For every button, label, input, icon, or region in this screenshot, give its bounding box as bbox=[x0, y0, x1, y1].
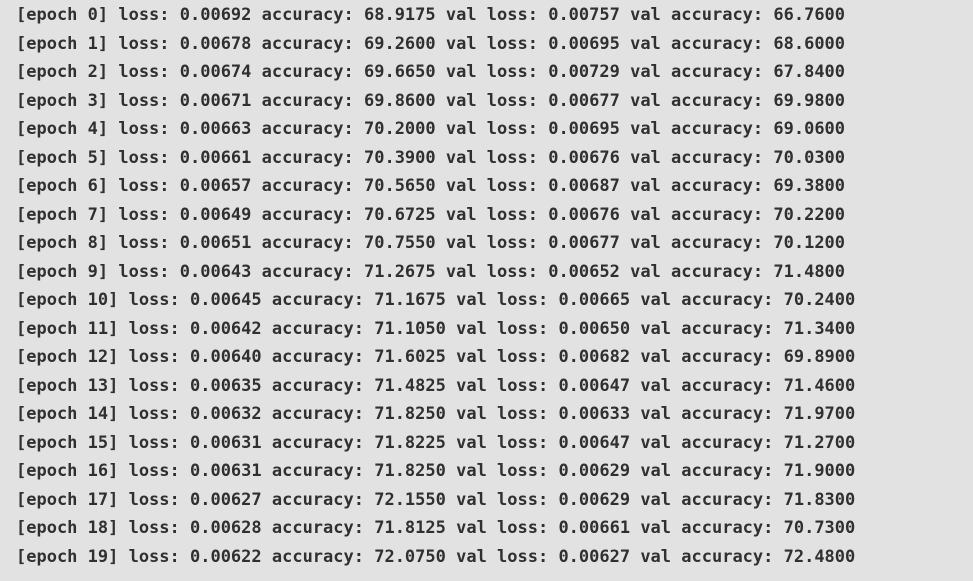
log-line-epoch-7: [epoch 7] loss: 0.00649 accuracy: 70.672… bbox=[16, 204, 846, 225]
log-line-epoch-11: [epoch 11] loss: 0.00642 accuracy: 71.10… bbox=[16, 318, 856, 339]
log-line-epoch-9: [epoch 9] loss: 0.00643 accuracy: 71.267… bbox=[16, 261, 846, 282]
log-line-epoch-1: [epoch 1] loss: 0.00678 accuracy: 69.260… bbox=[16, 33, 846, 54]
log-line-epoch-19: [epoch 19] loss: 0.00622 accuracy: 72.07… bbox=[16, 546, 856, 567]
log-line-epoch-5: [epoch 5] loss: 0.00661 accuracy: 70.390… bbox=[16, 147, 846, 168]
log-line-epoch-6: [epoch 6] loss: 0.00657 accuracy: 70.565… bbox=[16, 176, 846, 196]
log-line-epoch-16: [epoch 16] loss: 0.00631 accuracy: 71.82… bbox=[16, 461, 856, 481]
log-line-epoch-13: [epoch 13] loss: 0.00635 accuracy: 71.48… bbox=[16, 375, 856, 396]
log-line-epoch-17: [epoch 17] loss: 0.00627 accuracy: 72.15… bbox=[16, 489, 856, 510]
log-line-epoch-14: [epoch 14] loss: 0.00632 accuracy: 71.82… bbox=[16, 404, 856, 424]
log-line-epoch-4: [epoch 4] loss: 0.00663 accuracy: 70.200… bbox=[16, 119, 846, 139]
log-line-epoch-2: [epoch 2] loss: 0.00674 accuracy: 69.665… bbox=[16, 62, 846, 82]
log-line-epoch-12: [epoch 12] loss: 0.00640 accuracy: 71.60… bbox=[16, 347, 856, 367]
log-line-epoch-18: [epoch 18] loss: 0.00628 accuracy: 71.81… bbox=[16, 518, 856, 538]
log-line-list: [epoch 0] loss: 0.00692 accuracy: 68.917… bbox=[16, 0, 855, 571]
training-log-output: [epoch 0] loss: 0.00692 accuracy: 68.917… bbox=[0, 0, 973, 581]
log-line-epoch-8: [epoch 8] loss: 0.00651 accuracy: 70.755… bbox=[16, 233, 846, 253]
log-line-epoch-3: [epoch 3] loss: 0.00671 accuracy: 69.860… bbox=[16, 90, 846, 111]
log-line-epoch-10: [epoch 10] loss: 0.00645 accuracy: 71.16… bbox=[16, 290, 856, 310]
log-line-epoch-15: [epoch 15] loss: 0.00631 accuracy: 71.82… bbox=[16, 432, 856, 453]
log-line-epoch-0: [epoch 0] loss: 0.00692 accuracy: 68.917… bbox=[16, 5, 846, 25]
